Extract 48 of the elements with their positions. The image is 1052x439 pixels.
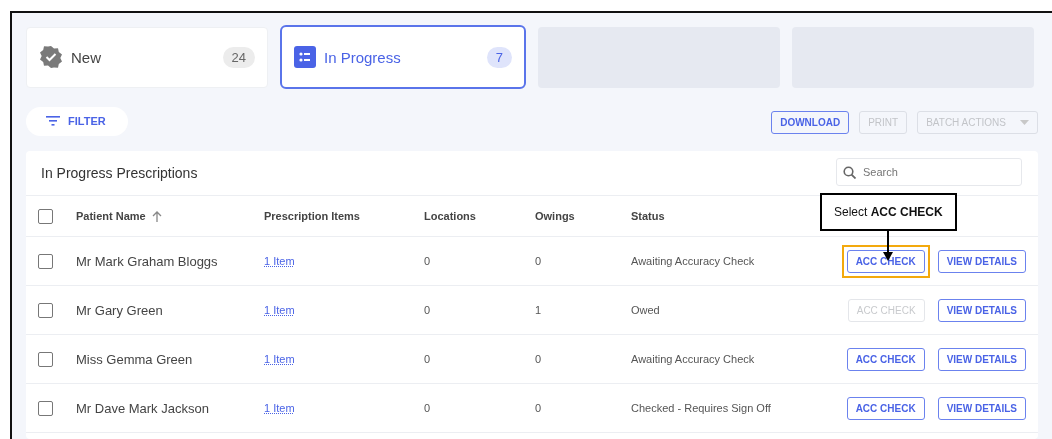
filter-button[interactable]: FILTER <box>26 106 128 136</box>
table-title: In Progress Prescriptions <box>41 165 198 181</box>
toolbar-button[interactable]: DOWNLOAD <box>771 111 850 134</box>
status-text: Checked - Requires Sign Off <box>631 402 771 414</box>
status-tab[interactable]: New 24 <box>26 26 268 88</box>
filter-icon <box>46 116 60 126</box>
caret-icon <box>1020 120 1029 125</box>
list-icon <box>294 46 316 68</box>
table-cell: 0 <box>535 402 542 414</box>
column-header[interactable]: Locations <box>424 210 476 222</box>
items-link[interactable]: 1 Item <box>264 353 295 365</box>
table-cell: 0 <box>424 304 431 316</box>
count-badge: 7 <box>486 46 512 68</box>
patient-name: Mr Dave Mark Jackson <box>76 400 209 416</box>
view-details-button[interactable]: VIEW DETAILS <box>937 347 1026 371</box>
acc-check-button[interactable]: ACC CHECK <box>846 249 925 273</box>
table-cell: 0 <box>535 353 542 365</box>
table-cell: 0 <box>424 353 431 365</box>
table-cell: 0 <box>535 255 542 267</box>
column-header[interactable]: Status <box>631 210 665 222</box>
view-details-button[interactable]: VIEW DETAILS <box>937 249 1026 273</box>
checkbox[interactable] <box>38 400 53 416</box>
callout-text: Select ACC CHECK <box>820 193 957 231</box>
column-header[interactable]: Owings <box>535 210 575 222</box>
items-link[interactable]: 1 Item <box>264 402 295 414</box>
status-text: Awaiting Accuracy Check <box>631 255 755 267</box>
table-cell: 0 <box>424 255 431 267</box>
checkbox[interactable] <box>38 351 53 367</box>
table-cell: 1 <box>535 304 542 316</box>
patient-name: Mr Gary Green <box>76 302 163 318</box>
status-text: Owed <box>631 304 660 316</box>
acc-check-button[interactable]: ACC CHECK <box>846 396 925 420</box>
sort-arrow-icon <box>151 210 162 222</box>
status-tab[interactable]: In Progress 7 <box>280 25 526 89</box>
checkbox[interactable] <box>38 208 53 224</box>
count-badge: 24 <box>222 46 255 68</box>
verified-badge-icon <box>39 45 63 69</box>
table-cell: 0 <box>424 402 431 414</box>
patient-name: Mr Mark Graham Bloggs <box>76 253 218 269</box>
acc-check-button[interactable]: ACC CHECK <box>846 347 925 371</box>
column-header[interactable]: Prescription Items <box>264 210 360 222</box>
items-link[interactable]: 1 Item <box>264 255 295 267</box>
checkbox[interactable] <box>38 253 53 269</box>
view-details-button[interactable]: VIEW DETAILS <box>937 396 1026 420</box>
column-header[interactable]: Patient Name <box>76 210 162 222</box>
patient-name: Miss Gemma Green <box>76 351 193 367</box>
search-field[interactable]: Search <box>836 157 1022 186</box>
status-text: Awaiting Accuracy Check <box>631 353 755 365</box>
